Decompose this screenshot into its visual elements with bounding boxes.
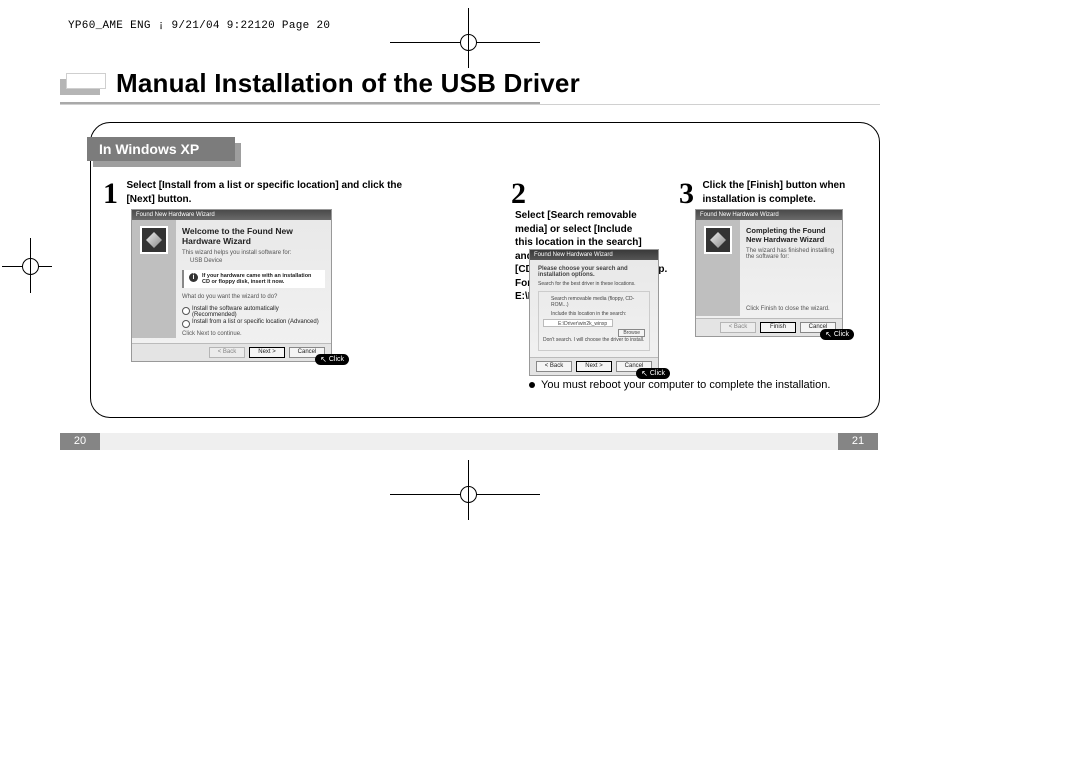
wizard1-device: USB Device bbox=[190, 258, 325, 264]
wizard3-close-text: Click Finish to close the wizard. bbox=[746, 306, 836, 312]
wizard1-radio-specific[interactable]: Install from a list or specific location… bbox=[182, 319, 325, 325]
click-indicator-2: Click bbox=[636, 368, 670, 379]
content-panel: In Windows XP 1 Select [Install from a l… bbox=[90, 122, 880, 418]
print-header-text: YP60_AME ENG ¡ 9/21/04 9:22120 Page 20 bbox=[68, 20, 330, 32]
wizard2-next-button[interactable]: Next > bbox=[576, 361, 612, 372]
wizard-dialog-3: Found New Hardware Wizard Completing the… bbox=[695, 209, 843, 337]
wizard3-heading: Completing the Found New Hardware Wizard bbox=[746, 226, 836, 244]
wizard2-opt2[interactable]: Don't search. I will choose the driver t… bbox=[543, 337, 645, 343]
wizard3-titlebar: Found New Hardware Wizard bbox=[696, 210, 842, 220]
page-title-block: Manual Installation of the USB Driver bbox=[60, 68, 580, 99]
wizard2-group: Search removable media (floppy, CD-ROM..… bbox=[538, 291, 650, 351]
wizard1-note-text: If your hardware came with an installati… bbox=[202, 273, 320, 285]
step-1-text: Select [Install from a list or specific … bbox=[126, 179, 406, 206]
wizard1-button-row: < Back Next > Cancel bbox=[132, 343, 331, 361]
wizard1-next-button[interactable]: Next > bbox=[249, 347, 285, 358]
hardware-icon bbox=[704, 226, 732, 254]
title-decor-icon bbox=[60, 69, 108, 99]
wizard3-finish-button[interactable]: Finish bbox=[760, 322, 796, 333]
page-title: Manual Installation of the USB Driver bbox=[116, 68, 580, 99]
step-3: 3 Click the [Finish] button when install… bbox=[679, 179, 859, 209]
page-number-band bbox=[60, 433, 878, 450]
step-2-number: 2 bbox=[511, 179, 526, 209]
wizard1-prompt: What do you want the wizard to do? bbox=[182, 294, 325, 300]
wizard3-back-button[interactable]: < Back bbox=[720, 322, 756, 333]
wizard1-note: i If your hardware came with an installa… bbox=[182, 270, 325, 288]
step-1: 1 Select [Install from a list or specifi… bbox=[103, 179, 413, 209]
section-tab-label: In Windows XP bbox=[87, 137, 235, 161]
click-indicator-1: Click bbox=[315, 354, 349, 365]
page-number-right: 21 bbox=[838, 433, 878, 450]
step-1-number: 1 bbox=[103, 179, 118, 209]
wizard2-opt1[interactable]: Search for the best driver in these loca… bbox=[538, 281, 650, 287]
hardware-icon bbox=[140, 226, 168, 254]
info-icon: i bbox=[189, 273, 198, 282]
wizard1-heading: Welcome to the Found New Hardware Wizard bbox=[182, 226, 325, 246]
wizard1-radio-group: Install the software automatically (Reco… bbox=[182, 306, 325, 325]
wizard2-browse-button[interactable]: Browse bbox=[618, 329, 645, 337]
wizard2-titlebar: Found New Hardware Wizard bbox=[530, 250, 658, 260]
step-3-number: 3 bbox=[679, 179, 694, 209]
wizard-dialog-2: Found New Hardware Wizard Please choose … bbox=[529, 249, 659, 376]
step-3-text: Click the [Finish] button when installat… bbox=[702, 179, 852, 206]
crop-mark-top bbox=[450, 28, 490, 58]
wizard2-back-button[interactable]: < Back bbox=[536, 361, 572, 372]
wizard-dialog-1: Found New Hardware Wizard Welcome to the… bbox=[131, 209, 332, 362]
wizard2-path-input[interactable]: E:\Driver\win2k_winxp bbox=[543, 319, 613, 327]
wizard1-subtext: This wizard helps you install software f… bbox=[182, 250, 325, 256]
wizard3-sidebar bbox=[696, 220, 740, 316]
wizard1-sidebar bbox=[132, 220, 176, 338]
bullet-icon bbox=[529, 382, 535, 388]
reboot-note: You must reboot your computer to complet… bbox=[529, 379, 830, 391]
click-indicator-3: Click bbox=[820, 329, 854, 340]
wizard1-back-button[interactable]: < Back bbox=[209, 347, 245, 358]
wizard2-heading: Please choose your search and installati… bbox=[538, 266, 650, 278]
crop-mark-bottom bbox=[450, 480, 490, 510]
wizard2-chk-include-location[interactable]: Include this location in the search: bbox=[543, 311, 645, 317]
page-number-left: 20 bbox=[60, 433, 100, 450]
wizard1-radio-auto[interactable]: Install the software automatically (Reco… bbox=[182, 306, 325, 318]
wizard1-titlebar: Found New Hardware Wizard bbox=[132, 210, 331, 220]
wizard3-subtext: The wizard has finished installing the s… bbox=[746, 248, 836, 260]
title-underline-long bbox=[60, 104, 880, 105]
wizard2-chk-removable[interactable]: Search removable media (floppy, CD-ROM..… bbox=[543, 296, 645, 308]
wizard1-continue-text: Click Next to continue. bbox=[182, 331, 325, 337]
reboot-note-text: You must reboot your computer to complet… bbox=[541, 379, 830, 391]
